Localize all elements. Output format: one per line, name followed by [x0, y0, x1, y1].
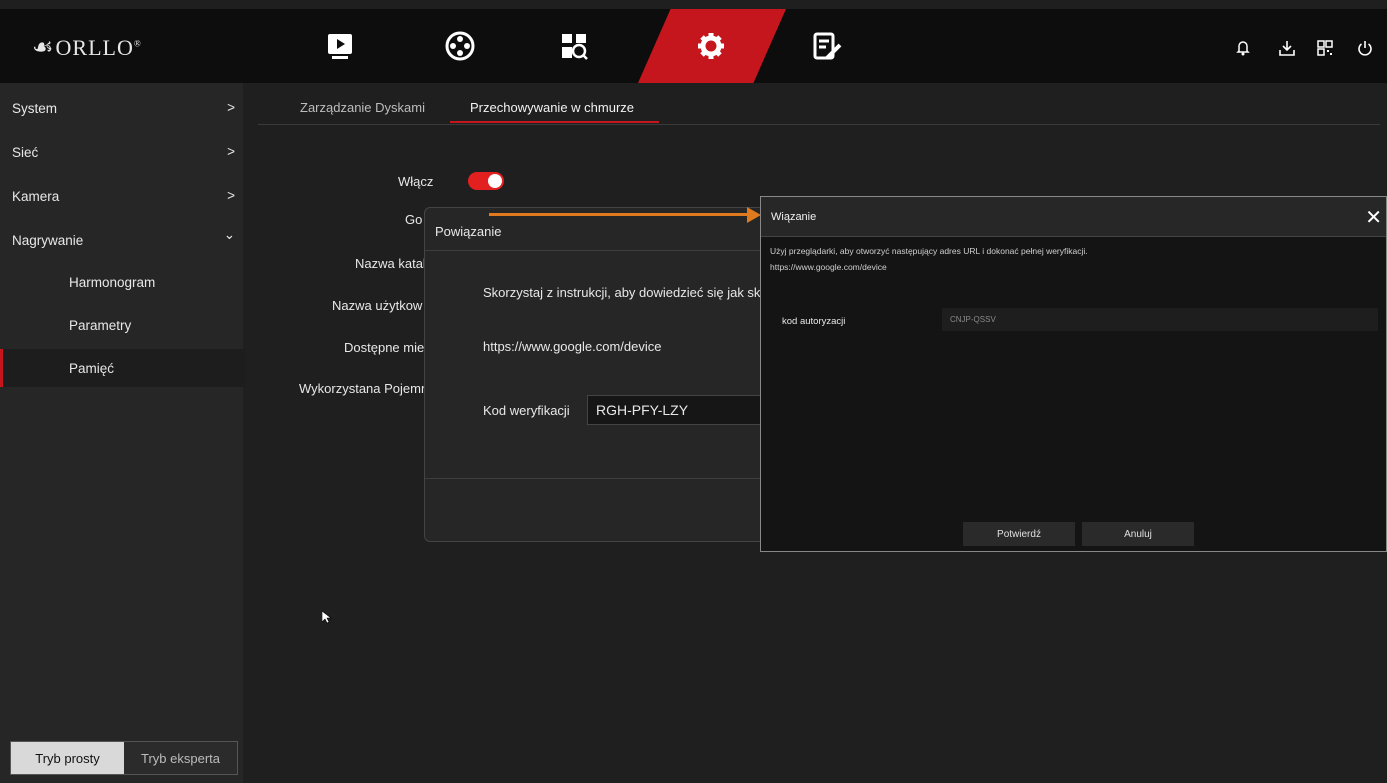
qr-button[interactable] [1315, 38, 1335, 58]
binding-url: https://www.google.com/device [483, 339, 662, 354]
brand-name: ORLLO [55, 35, 134, 60]
mode-switch: Tryb prosty Tryb eksperta [10, 741, 238, 775]
sidebar-item-parameters[interactable]: Parametry [0, 306, 243, 344]
sidebar-item-label: Kamera [12, 189, 60, 204]
tab-cloud-storage[interactable]: Przechowywanie w chmurze [470, 100, 634, 115]
sidebar-item-label: Sieć [12, 145, 39, 160]
nav-ai[interactable] [443, 29, 477, 63]
sidebar-item-label: Parametry [69, 318, 132, 333]
annotation-arrow-head [747, 207, 761, 223]
binding-instruction: Skorzystaj z instrukcji, aby dowiedzieć … [483, 285, 761, 300]
divider [425, 250, 770, 251]
chevron-right-icon: > [227, 144, 235, 159]
enable-toggle[interactable] [468, 172, 504, 190]
sidebar: System > Sieć > Kamera > Nagrywanie ⌄ Ha… [0, 83, 246, 783]
top-bar: ☙ORLLO® [0, 9, 1387, 83]
auth-code-value: CNJP-QSSV [950, 315, 996, 324]
power-button[interactable] [1355, 38, 1375, 58]
chevron-right-icon: > [227, 188, 235, 203]
expert-mode-button[interactable]: Tryb eksperta [124, 742, 237, 774]
download-button[interactable] [1277, 38, 1297, 58]
enable-label: Włącz [398, 174, 434, 189]
sidebar-item-label: Nagrywanie [12, 233, 84, 248]
auth-url: https://www.google.com/device [770, 262, 887, 272]
nav-search[interactable] [557, 29, 591, 63]
cancel-button[interactable]: Anuluj [1082, 522, 1194, 546]
tab-bar: Zarządzanie Dyskami Przechowywanie w chm… [258, 83, 1380, 125]
brand-logo: ☙ORLLO® [32, 33, 142, 62]
qr-icon [1317, 40, 1333, 56]
nav-playback[interactable] [323, 29, 357, 63]
bell-icon [1236, 41, 1250, 56]
auth-code-label: kod autoryzacji [782, 316, 846, 327]
sidebar-item-label: Harmonogram [69, 275, 156, 290]
close-icon[interactable]: ✕ [1365, 205, 1382, 230]
simple-mode-button[interactable]: Tryb prosty [11, 742, 124, 774]
sidebar-item-recording[interactable]: Nagrywanie ⌄ [0, 221, 243, 259]
verification-code-value: RGH-PFY-LZY [596, 402, 689, 418]
sidebar-item-schedule[interactable]: Harmonogram [0, 263, 243, 301]
folder-name-label: Nazwa katal [355, 256, 426, 271]
sidebar-item-network[interactable]: Sieć > [0, 133, 243, 171]
toggle-knob [488, 174, 502, 188]
divider [425, 478, 770, 479]
chevron-down-icon: ⌄ [223, 227, 235, 242]
available-space-label: Dostępne mie [344, 340, 425, 355]
sidebar-item-camera[interactable]: Kamera > [0, 177, 243, 215]
search-icon [562, 34, 588, 60]
verification-code-label: Kod weryfikacji [483, 403, 570, 418]
wrench-list-icon [813, 32, 842, 60]
nav-settings[interactable] [694, 29, 728, 63]
tab-disk-management[interactable]: Zarządzanie Dyskami [300, 100, 425, 115]
binding-dialog-title: Powiązanie [435, 224, 502, 239]
brand-registered: ® [133, 38, 142, 49]
annotation-arrow-shaft [489, 213, 749, 216]
play-icon [328, 34, 352, 59]
brand-mark: ☙ [32, 35, 55, 61]
used-capacity-label: Wykorzystana Pojemn [299, 381, 429, 396]
sidebar-item-storage[interactable]: Pamięć [0, 349, 246, 387]
nav-maintenance[interactable] [810, 29, 844, 63]
dialog-title: Wiązanie [771, 211, 817, 223]
cloud-type-label: Go [405, 212, 423, 227]
user-name-label: Nazwa użytkow [332, 298, 423, 313]
mouse-cursor-icon [322, 611, 332, 624]
auth-code-field[interactable]: CNJP-QSSV [942, 308, 1378, 331]
authorization-dialog: Wiązanie ✕ Użyj przeglądarki, aby otworz… [760, 196, 1387, 552]
sidebar-item-system[interactable]: System > [0, 89, 243, 127]
gear-icon [698, 33, 724, 59]
verification-code-field[interactable]: RGH-PFY-LZY [587, 395, 770, 425]
download-icon [1279, 41, 1295, 56]
film-reel-icon [445, 31, 475, 61]
notifications-button[interactable] [1233, 38, 1253, 58]
active-tab-indicator [450, 121, 659, 123]
binding-dialog: Powiązanie Skorzystaj z instrukcji, aby … [424, 207, 771, 542]
sidebar-item-label: System [12, 101, 58, 116]
auth-instruction: Użyj przeglądarki, aby otworzyć następuj… [770, 246, 1088, 256]
power-icon [1358, 41, 1372, 56]
dialog-header: Wiązanie ✕ [761, 197, 1386, 237]
confirm-button[interactable]: Potwierdź [963, 522, 1075, 546]
chevron-right-icon: > [227, 100, 235, 115]
sidebar-item-label: Pamięć [69, 361, 115, 376]
